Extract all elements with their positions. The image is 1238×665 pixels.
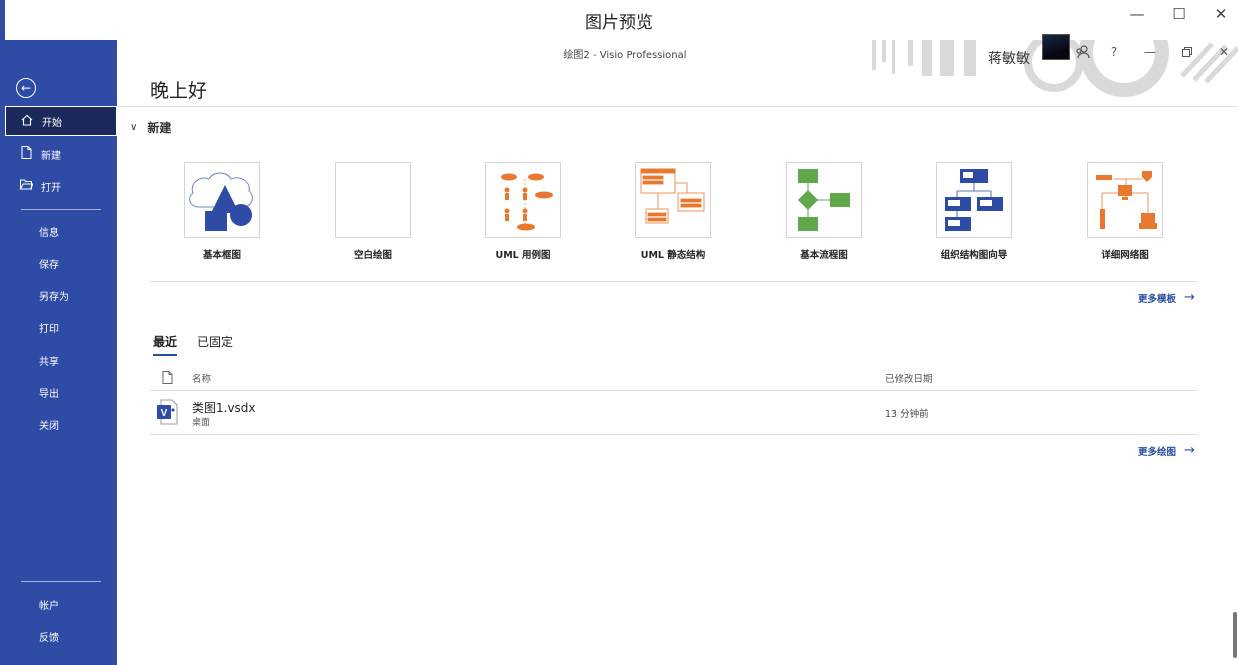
- sidebar-item-export[interactable]: 导出: [5, 377, 117, 407]
- new-document-icon: [19, 146, 33, 162]
- sidebar-item-close[interactable]: 关闭: [5, 409, 117, 439]
- recent-file-row[interactable]: V 类图1.vsdx 桌面 13 分钟前: [150, 392, 1198, 434]
- viewer-close-icon[interactable]: ✕: [1208, 4, 1234, 24]
- more-drawings-link[interactable]: 更多绘图 →: [1138, 443, 1195, 458]
- file-type-icon: [162, 369, 173, 388]
- list-bottom-divider: [150, 434, 1198, 435]
- sidebar-item-feedback[interactable]: 反馈: [5, 621, 117, 651]
- greeting: 晚上好: [150, 80, 208, 102]
- file-modified: 13 分钟前: [885, 409, 929, 420]
- template-detailed-network[interactable]: 详细网络图: [1050, 162, 1200, 261]
- arrow-right-icon: →: [1184, 290, 1195, 305]
- template-thumbnail: [786, 162, 862, 238]
- templates-divider: [150, 281, 1198, 282]
- sidebar-item-print[interactable]: 打印: [5, 312, 117, 342]
- restore-icon[interactable]: [1177, 42, 1197, 62]
- chevron-down-icon: ∨: [130, 122, 138, 133]
- template-thumbnail: [184, 162, 260, 238]
- template-thumbnail: [335, 162, 411, 238]
- user-name: 蒋敏敏: [988, 51, 1030, 67]
- sidebar-item-info[interactable]: 信息: [5, 216, 117, 246]
- people-icon[interactable]: [1073, 42, 1093, 62]
- template-thumbnail: [1087, 162, 1163, 238]
- visio-file-icon: V: [156, 399, 178, 425]
- new-section-title: 新建: [147, 121, 172, 135]
- tab-recent[interactable]: 最近: [153, 333, 178, 356]
- more-templates-label: 更多模板: [1138, 293, 1177, 305]
- file-location: 桌面: [192, 418, 211, 428]
- sidebar-item-label: 开始: [42, 117, 62, 129]
- sidebar-divider: [21, 581, 101, 582]
- template-thumbnail: [485, 162, 561, 238]
- file-name: 类图1.vsdx: [192, 401, 256, 415]
- close-icon[interactable]: ✕: [1214, 42, 1234, 62]
- template-label: UML 静态结构: [640, 250, 706, 261]
- template-uml-use-case[interactable]: UML 用例图: [448, 162, 598, 261]
- help-icon[interactable]: ?: [1104, 42, 1124, 62]
- more-drawings-label: 更多绘图: [1138, 446, 1177, 458]
- list-header-divider: [150, 390, 1198, 391]
- sidebar-divider: [21, 209, 101, 210]
- sidebar-item-account[interactable]: 帐户: [5, 589, 117, 619]
- viewer-title: 图片预览: [585, 13, 653, 33]
- template-thumbnail: [936, 162, 1012, 238]
- tab-pinned[interactable]: 已固定: [197, 333, 233, 354]
- sidebar-item-save-as[interactable]: 另存为: [5, 280, 117, 310]
- more-templates-link[interactable]: 更多模板 →: [1138, 290, 1195, 305]
- open-folder-icon: [19, 179, 34, 193]
- template-uml-static-structure[interactable]: UML 静态结构: [598, 162, 748, 261]
- sidebar-item-new[interactable]: 新建: [5, 139, 117, 169]
- sidebar-item-home[interactable]: 开始: [5, 106, 117, 136]
- sidebar-item-label: 新建: [41, 150, 61, 162]
- header-divider: [117, 106, 1238, 107]
- template-org-chart-wizard[interactable]: 组织结构图向导: [899, 162, 1049, 261]
- sidebar-item-label: 打开: [41, 182, 61, 194]
- backstage-sidebar: ← 开始 新建 打开 信息 保存 另存为 打印 共享 导出 关闭 帐户 反馈: [5, 40, 117, 665]
- back-arrow-icon[interactable]: ←: [16, 78, 36, 98]
- sidebar-item-open[interactable]: 打开: [5, 171, 117, 201]
- scrollbar-thumb[interactable]: [1233, 612, 1237, 658]
- minimize-icon[interactable]: —: [1140, 42, 1160, 62]
- template-basic-diagram[interactable]: 基本框图: [147, 162, 297, 261]
- template-label: UML 用例图: [495, 250, 551, 261]
- template-label: 详细网络图: [1101, 250, 1149, 261]
- document-title: 绘图2 - Visio Professional: [563, 50, 687, 61]
- sidebar-item-save[interactable]: 保存: [5, 248, 117, 278]
- avatar[interactable]: [1042, 34, 1070, 60]
- column-header-name[interactable]: 名称: [192, 371, 211, 385]
- viewer-maximize-icon[interactable]: ☐: [1166, 4, 1192, 24]
- svg-text:V: V: [161, 408, 168, 419]
- arrow-right-icon: →: [1184, 443, 1195, 458]
- template-thumbnail: [635, 162, 711, 238]
- sidebar-item-share[interactable]: 共享: [5, 345, 117, 375]
- home-icon: [20, 114, 34, 129]
- template-basic-flowchart[interactable]: 基本流程图: [749, 162, 899, 261]
- viewer-minimize-icon[interactable]: —: [1124, 4, 1150, 24]
- column-header-modified[interactable]: 已修改日期: [885, 371, 933, 385]
- template-label: 基本框图: [202, 250, 241, 261]
- template-label: 基本流程图: [800, 250, 848, 261]
- new-section-toggle[interactable]: ∨ 新建: [130, 119, 171, 136]
- template-label: 组织结构图向导: [940, 250, 1008, 261]
- template-blank-drawing[interactable]: 空白绘图: [298, 162, 448, 261]
- template-label: 空白绘图: [353, 250, 392, 261]
